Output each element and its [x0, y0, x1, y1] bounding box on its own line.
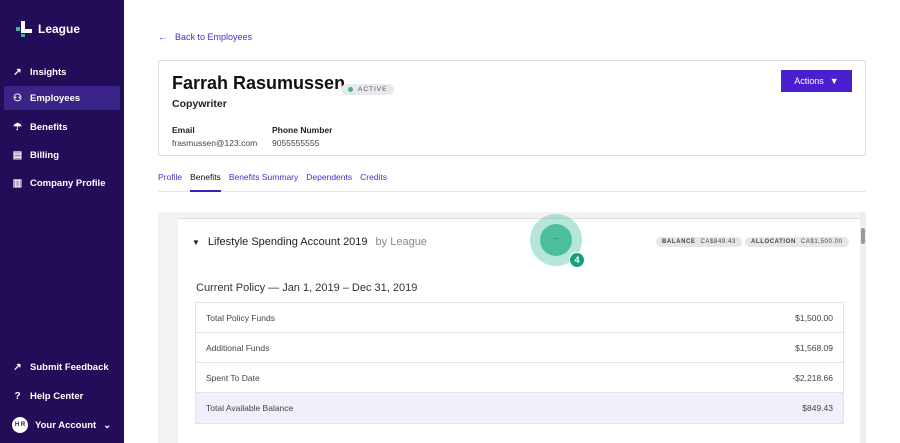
- benefit-header[interactable]: ▼ Lifestyle Spending Account 2019 by Leagu…: [192, 236, 427, 248]
- label: Submit Feedback: [30, 361, 109, 373]
- submit-feedback-link[interactable]: ↗ Submit Feedback: [4, 355, 120, 379]
- benefit-name: Lifestyle Spending Account 2019: [207, 236, 368, 248]
- back-to-employees-link[interactable]: ← Back to Employees: [158, 32, 252, 42]
- sidebar-item-company-profile[interactable]: ▥ Company Profile: [4, 171, 120, 195]
- sidebar-item-benefits[interactable]: ☂ Benefits: [4, 115, 120, 139]
- league-logo[interactable]: League: [16, 21, 80, 37]
- tab-dependents[interactable]: Dependents: [306, 172, 352, 192]
- label: BALANCE: [662, 239, 696, 245]
- sidebar-item-billing[interactable]: ▤ Billing: [4, 143, 120, 167]
- label: Billing: [30, 149, 60, 161]
- label: Actions: [794, 76, 824, 86]
- benefits-panel: ▼ Lifestyle Spending Account 2019 by Leagu…: [158, 212, 866, 443]
- row-label: Additional Funds: [206, 342, 270, 353]
- label: Your Account: [35, 419, 97, 431]
- label: Employees: [30, 92, 81, 104]
- employee-card: Farrah Rasumussen ACTIVE Copywriter Emai…: [158, 60, 866, 156]
- policy-period: Current Policy — Jan 1, 2019 – Dec 31, 2…: [196, 282, 418, 294]
- building-icon: ▥: [12, 177, 23, 189]
- status-dot-icon: [348, 87, 353, 92]
- tab-credits[interactable]: Credits: [360, 172, 387, 192]
- label: ALLOCATION: [751, 239, 796, 245]
- row-value: $1,500.00: [795, 312, 833, 323]
- actions-button[interactable]: Actions ▼: [781, 70, 852, 92]
- tab-profile[interactable]: Profile: [158, 172, 182, 192]
- phone-value: 9055555555: [272, 138, 320, 148]
- tab-benefits[interactable]: Benefits: [190, 172, 221, 192]
- help-center-link[interactable]: ? Help Center: [4, 384, 120, 408]
- external-icon: ↗: [13, 361, 22, 373]
- sidebar: League ↗ Insights ⚇ Employees ☂ Benefits ▤ B…: [0, 0, 124, 443]
- your-account-menu[interactable]: H R Your Account ⌄: [4, 413, 120, 437]
- label: Back to Employees: [175, 32, 253, 42]
- phone-label: Phone Number: [272, 125, 333, 135]
- caret-down-icon: ▼: [829, 76, 839, 86]
- avatar: H R: [12, 417, 28, 433]
- sidebar-item-insights[interactable]: ↗ Insights: [4, 60, 120, 84]
- label: Help Center: [30, 390, 84, 402]
- row-value: $1,568.09: [795, 342, 833, 353]
- row-value: $849.43: [802, 403, 833, 413]
- balance-pill: BALANCE CA$849.43: [656, 237, 742, 247]
- employee-title: Copywriter: [172, 98, 227, 110]
- label: Insights: [30, 66, 67, 78]
- umbrella-icon: ☂: [13, 121, 22, 133]
- people-icon: ⚇: [13, 92, 22, 104]
- table-row: Additional Funds $1,568.09: [196, 333, 843, 363]
- chevron-down-icon: ⌄: [103, 419, 112, 431]
- brand-name: League: [38, 22, 81, 36]
- table-row: Total Available Balance $849.43: [196, 393, 843, 423]
- employee-name: Farrah Rasumussen: [172, 73, 346, 93]
- row-value: -$2,218.66: [792, 372, 833, 383]
- label: Company Profile: [30, 177, 106, 189]
- status-badge: ACTIVE: [341, 84, 395, 95]
- tabs: Profile Benefits Benefits Summary Depend…: [158, 172, 866, 192]
- benefit-card: ▼ Lifestyle Spending Account 2019 by Leagu…: [178, 218, 860, 443]
- benefit-provider: by League: [375, 236, 427, 248]
- caret-down-icon: ▼: [192, 237, 200, 247]
- status-text: ACTIVE: [358, 86, 388, 93]
- row-label: Total Available Balance: [206, 403, 294, 413]
- step-badge: 4: [569, 252, 585, 268]
- value: CA$849.43: [700, 239, 736, 245]
- card-icon: ▤: [12, 149, 23, 161]
- logo-icon: [16, 21, 32, 37]
- arrow-left-icon: ←: [158, 32, 167, 42]
- value: CA$1,500.00: [800, 239, 843, 245]
- funds-table: Total Policy Funds $1,500.00 Additional F…: [195, 302, 844, 424]
- trend-icon: ↗: [13, 66, 22, 78]
- email-label: Email: [172, 125, 195, 135]
- sidebar-item-employees[interactable]: ⚇ Employees: [4, 86, 120, 110]
- tab-benefits-summary[interactable]: Benefits Summary: [229, 172, 298, 192]
- help-icon: ?: [14, 390, 21, 402]
- more-icon[interactable]: •••: [540, 224, 572, 256]
- row-label: Total Policy Funds: [206, 312, 275, 323]
- allocation-pill: ALLOCATION CA$1,500.00: [745, 237, 849, 247]
- label: Benefits: [30, 121, 68, 133]
- email-value: frasmussen@123.com: [172, 138, 258, 148]
- table-row: Total Policy Funds $1,500.00: [196, 303, 843, 333]
- scrollbar-thumb[interactable]: [861, 228, 865, 244]
- row-label: Spent To Date: [206, 372, 260, 383]
- table-row: Spent To Date -$2,218.66: [196, 363, 843, 393]
- scrollbar[interactable]: [860, 212, 866, 443]
